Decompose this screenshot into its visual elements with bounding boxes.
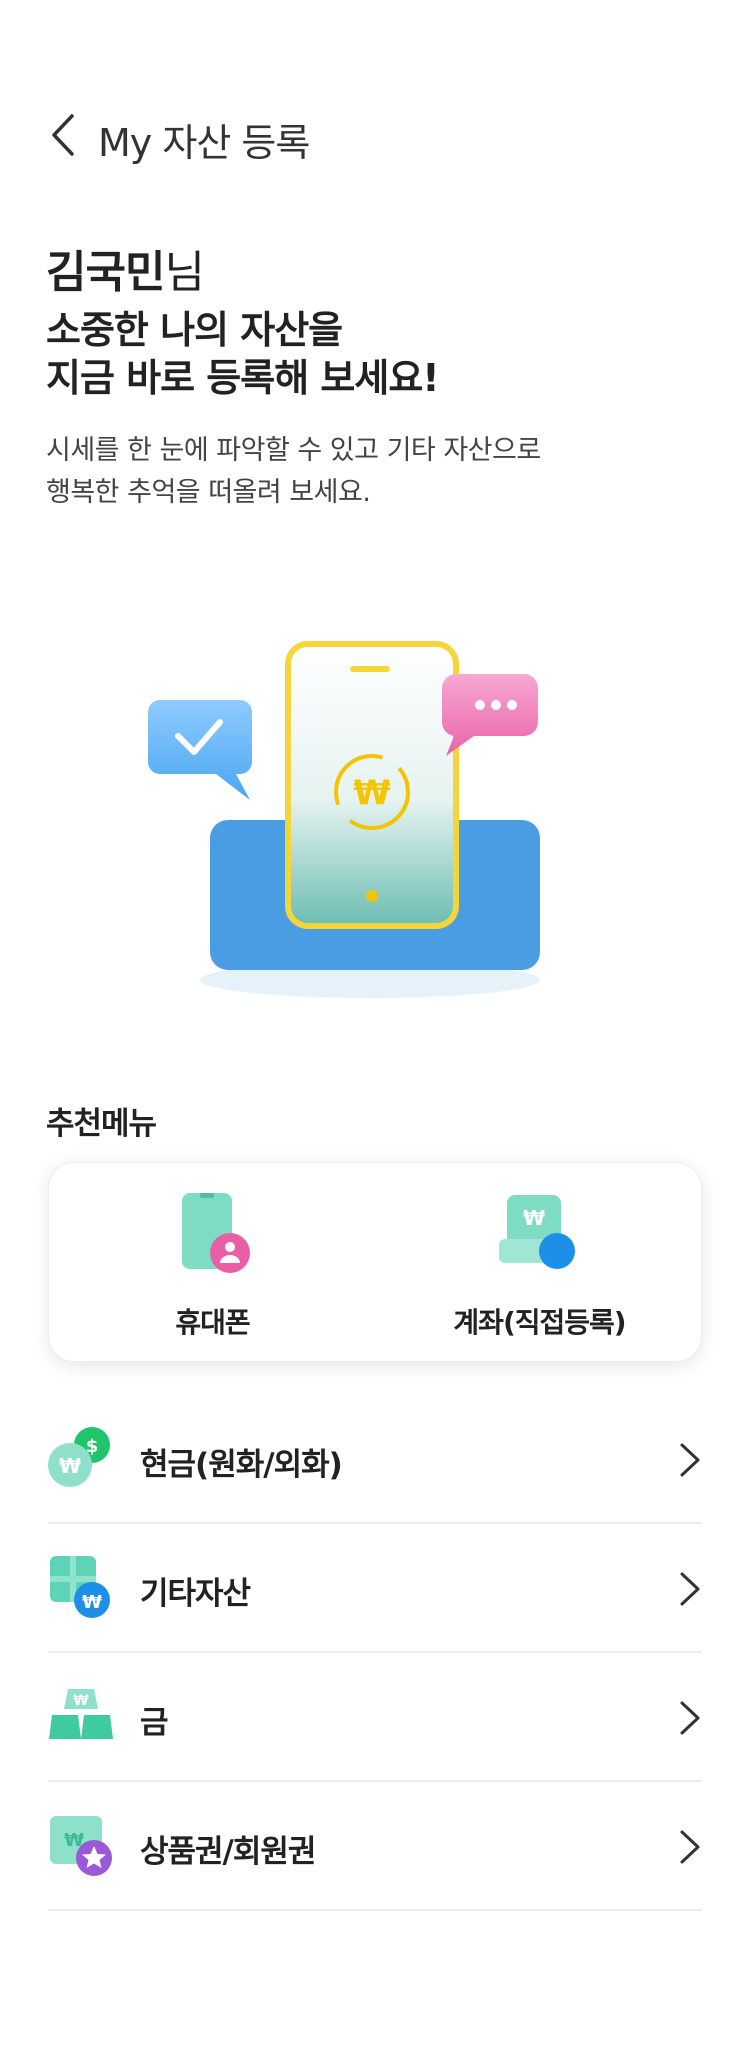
list-item-label: 금 xyxy=(140,1705,169,1741)
hero-illustration: ₩ xyxy=(148,641,540,998)
recommend-item-label: 계좌(직접등록) xyxy=(453,1306,626,1339)
page-title: My 자산 등록 xyxy=(98,121,310,165)
svg-text:₩: ₩ xyxy=(59,1454,81,1478)
user-name: 김국민 xyxy=(46,247,165,298)
svg-text:₩: ₩ xyxy=(82,1592,102,1613)
chevron-right-icon xyxy=(680,1830,700,1864)
cash-coins-icon: $ ₩ xyxy=(48,1427,110,1487)
chevron-right-icon xyxy=(680,1443,700,1477)
gold-bars-icon: ₩ xyxy=(49,1689,113,1739)
voucher-icon: ₩ xyxy=(50,1816,112,1876)
recommend-item-label: 휴대폰 xyxy=(175,1306,250,1339)
phone-person-icon xyxy=(181,1193,250,1273)
description-line-2: 행복한 추억을 떠올려 보세요. xyxy=(46,477,371,508)
recommend-section-title: 추천메뉴 xyxy=(46,1106,157,1142)
name-suffix: 님 xyxy=(164,247,204,298)
header: My 자산 등록 xyxy=(0,100,750,170)
svg-text:₩: ₩ xyxy=(73,1693,89,1709)
recommend-card: 휴대폰 ₩ 계좌(직접등록) xyxy=(48,1162,702,1362)
list-item-other-assets[interactable]: ₩ 기타자산 xyxy=(48,1524,702,1653)
back-arrow-icon[interactable] xyxy=(46,112,80,158)
recommend-item-account[interactable]: ₩ 계좌(직접등록) xyxy=(376,1189,703,1349)
list-item-label: 기타자산 xyxy=(140,1576,251,1612)
list-item-cash[interactable]: $ ₩ 현금(원화/외화) xyxy=(48,1395,702,1524)
other-assets-icon: ₩ xyxy=(50,1556,110,1618)
list-item-label: 현금(원화/외화) xyxy=(140,1447,343,1483)
description: 시세를 한 눈에 파악할 수 있고 기타 자산으로 행복한 추억을 떠올려 보세… xyxy=(46,430,541,514)
svg-text:₩: ₩ xyxy=(522,1206,544,1230)
list-item-voucher[interactable]: ₩ 상품권/회원권 xyxy=(48,1782,702,1911)
recommend-item-phone[interactable]: 휴대폰 xyxy=(49,1189,376,1349)
account-won-icon: ₩ xyxy=(498,1195,575,1269)
description-line-1: 시세를 한 눈에 파악할 수 있고 기타 자산으로 xyxy=(46,435,541,466)
chevron-right-icon xyxy=(680,1572,700,1606)
list-item-gold[interactable]: ₩ 금 xyxy=(48,1653,702,1782)
chevron-right-icon xyxy=(680,1701,700,1735)
list-item-label: 상품권/회원권 xyxy=(140,1834,316,1870)
headline: 소중한 나의 자산을 지금 바로 등록해 보세요! xyxy=(46,306,440,402)
user-greeting: 김국민님 xyxy=(46,236,205,300)
svg-text:₩: ₩ xyxy=(353,773,391,813)
headline-line-2: 지금 바로 등록해 보세요! xyxy=(46,356,440,400)
asset-list: $ ₩ 현금(원화/외화) ₩ 기타자산 ₩ 금 ₩ 상품권/회원권 xyxy=(48,1395,702,1911)
headline-line-1: 소중한 나의 자산을 xyxy=(46,308,343,352)
